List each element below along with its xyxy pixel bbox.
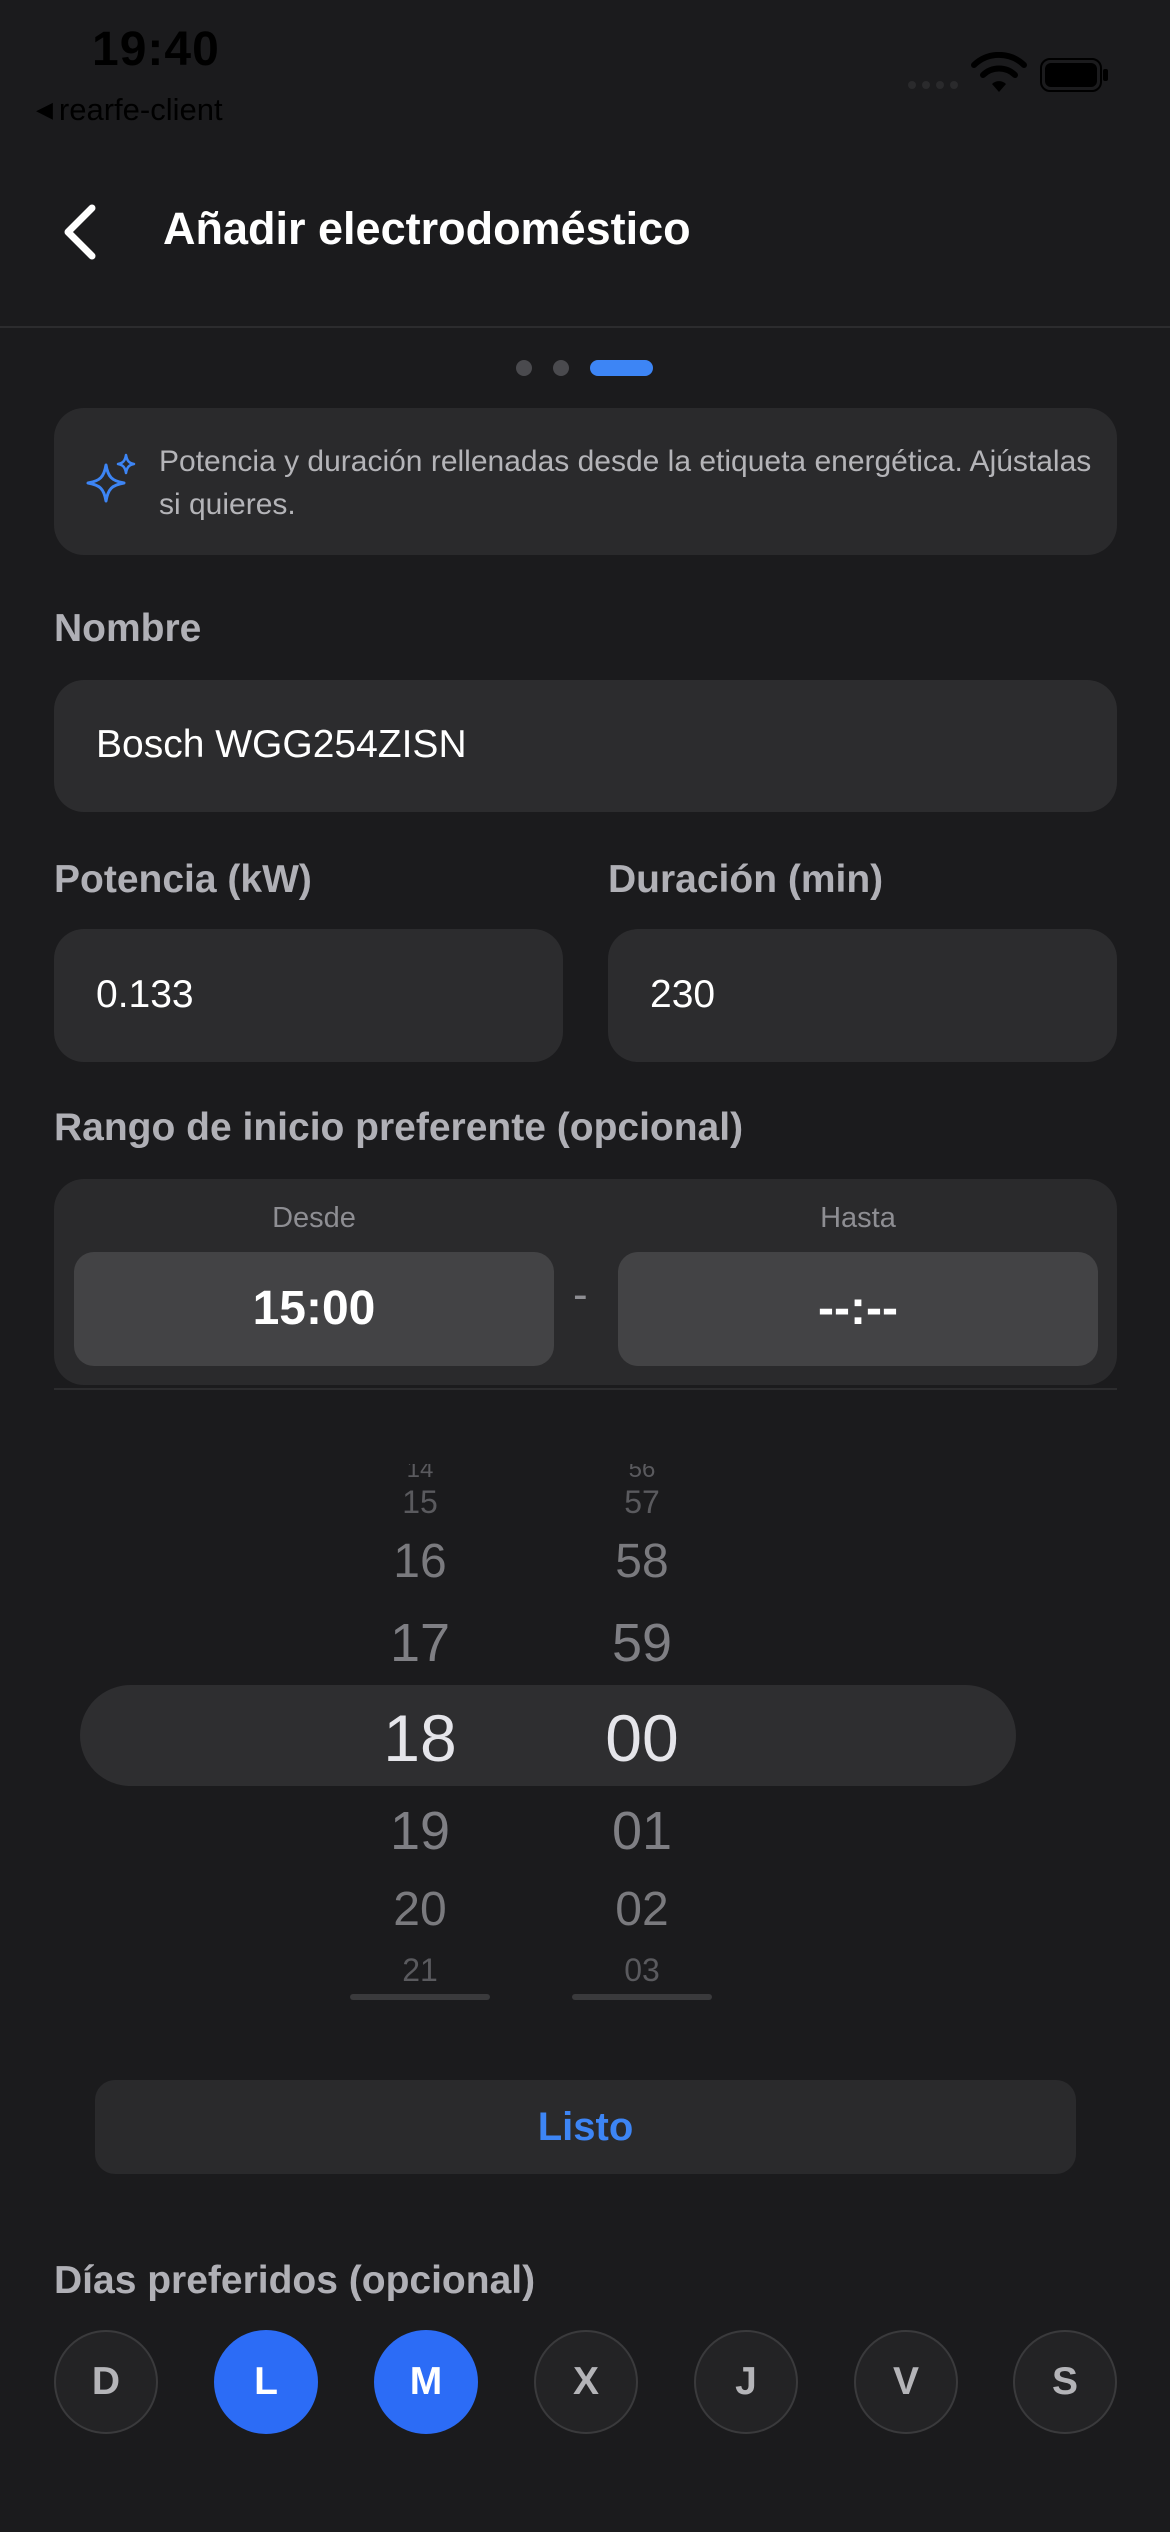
- sparkles-icon: [86, 453, 136, 503]
- from-label: Desde: [272, 1202, 356, 1234]
- step-dot-2: [553, 360, 569, 376]
- duration-label: Duración (min): [608, 858, 884, 901]
- minute-option[interactable]: 59: [572, 1612, 712, 1674]
- hour-wheel-clipped-top: 14: [406, 1464, 434, 1483]
- hour-option[interactable]: 16: [350, 1534, 490, 1589]
- done-button[interactable]: Listo: [95, 2080, 1076, 2174]
- duration-value: 230: [650, 973, 716, 1016]
- hour-wheel-clipped-bottom: [350, 1994, 490, 2000]
- name-label: Nombre: [54, 607, 202, 650]
- back-to-app-link[interactable]: ◀ rearfe-client: [36, 92, 223, 128]
- back-button[interactable]: [56, 200, 104, 264]
- banner-text: Potencia y duración rellenadas desde la …: [159, 445, 1092, 521]
- minute-option-selected[interactable]: 00: [572, 1700, 712, 1776]
- to-time-button[interactable]: --:--: [618, 1252, 1098, 1366]
- hour-option[interactable]: 17: [350, 1612, 490, 1674]
- page-title: Añadir electrodoméstico: [163, 203, 691, 254]
- picker-divider: [54, 1388, 1117, 1390]
- wifi-icon: [971, 52, 1027, 92]
- back-app-label: rearfe-client: [58, 92, 223, 127]
- minute-option[interactable]: 58: [572, 1534, 712, 1589]
- start-range-label: Rango de inicio preferente (opcional): [54, 1106, 744, 1149]
- from-time-button[interactable]: 15:00: [74, 1252, 554, 1366]
- to-label: Hasta: [820, 1202, 896, 1234]
- hour-option-selected[interactable]: 18: [350, 1700, 490, 1776]
- back-triangle-icon: ◀: [36, 97, 53, 122]
- hour-option[interactable]: 19: [350, 1800, 490, 1862]
- power-value: 0.133: [96, 973, 194, 1016]
- hour-option[interactable]: 15: [350, 1484, 490, 1521]
- preferred-days-label: Días preferidos (opcional): [54, 2259, 536, 2302]
- range-separator: -: [573, 1270, 588, 1319]
- name-value: Bosch WGG254ZISN: [96, 723, 467, 766]
- header-divider: [0, 326, 1170, 328]
- cellular-signal-icon: [908, 76, 964, 94]
- minute-option[interactable]: 03: [572, 1952, 712, 1989]
- minute-wheel-clipped-bottom: [572, 1994, 712, 2000]
- day-toggle-l[interactable]: L: [214, 2330, 318, 2434]
- power-label: Potencia (kW): [54, 858, 312, 901]
- day-toggle-d[interactable]: D: [54, 2330, 158, 2434]
- day-toggle-v[interactable]: V: [854, 2330, 958, 2434]
- day-toggle-x[interactable]: X: [534, 2330, 638, 2434]
- picker-selection-highlight: [80, 1685, 1016, 1786]
- battery-icon: [1040, 58, 1108, 92]
- minute-option[interactable]: 57: [572, 1484, 712, 1521]
- minute-option[interactable]: 01: [572, 1800, 712, 1862]
- minute-option[interactable]: 02: [572, 1882, 712, 1937]
- step-dot-3-active: [590, 360, 653, 376]
- minute-wheel-clipped-top: 56: [628, 1464, 656, 1483]
- status-time: 19:40: [92, 23, 220, 76]
- hour-option[interactable]: 20: [350, 1882, 490, 1937]
- day-toggle-s[interactable]: S: [1013, 2330, 1117, 2434]
- day-toggle-j[interactable]: J: [694, 2330, 798, 2434]
- hour-option[interactable]: 21: [350, 1952, 490, 1989]
- day-toggle-m[interactable]: M: [374, 2330, 478, 2434]
- step-dot-1: [516, 360, 532, 376]
